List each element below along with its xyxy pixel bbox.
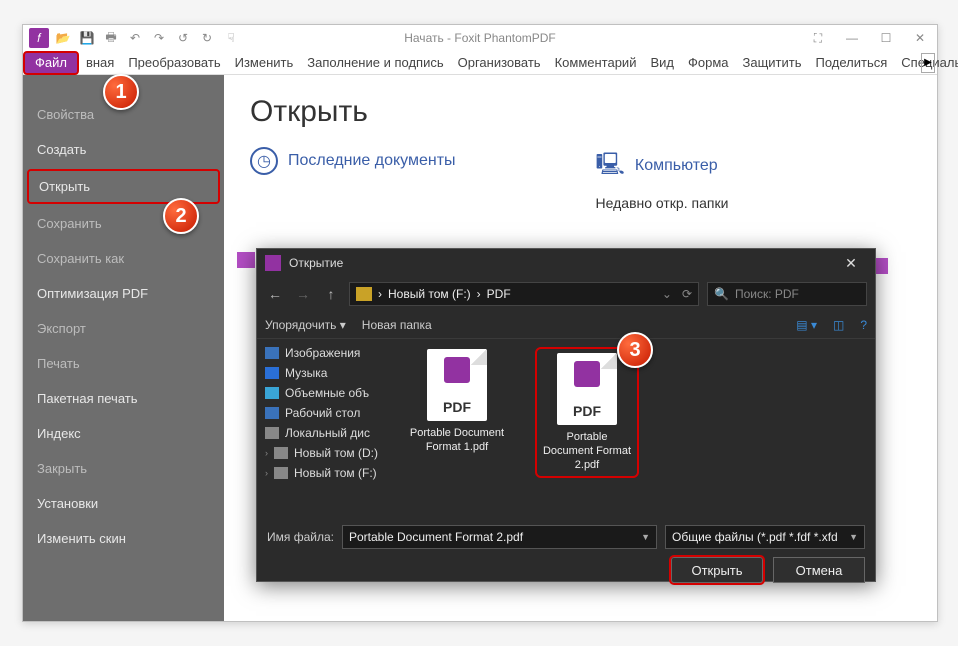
search-icon: 🔍 xyxy=(714,287,729,301)
recent-folders-label: Недавно откр. папки xyxy=(596,195,729,211)
menu-item-share[interactable]: Поделиться xyxy=(809,51,895,75)
callout-badge-1: 1 xyxy=(103,74,139,110)
open-icon[interactable]: 📂 xyxy=(53,28,73,48)
chevron-down-icon[interactable]: ▼ xyxy=(641,532,650,542)
dialog-app-icon xyxy=(265,255,281,271)
menu-item-fillsign[interactable]: Заполнение и подпись xyxy=(300,51,450,75)
nav-up-icon[interactable]: ↑ xyxy=(321,286,341,302)
sidebar-item-skin[interactable]: Изменить скин xyxy=(23,521,224,556)
file-item[interactable]: PDF Portable Document Format 1.pdf xyxy=(407,349,507,455)
window-collapse-icon[interactable]: ⛶ xyxy=(805,28,831,48)
sidebar-item-index[interactable]: Индекс xyxy=(23,416,224,451)
callout-badge-3: 3 xyxy=(617,332,653,368)
tree-pictures[interactable]: Изображения xyxy=(263,343,391,363)
file-sidebar: Свойства Создать Открыть Сохранить Сохра… xyxy=(23,75,224,621)
sidebar-item-batchprint[interactable]: Пакетная печать xyxy=(23,381,224,416)
menu-item-edit[interactable]: Изменить xyxy=(228,51,301,75)
breadcrumb[interactable]: › Новый том (F:) › PDF ⌄ ⟳ xyxy=(349,282,699,306)
tree-vol-f[interactable]: ›Новый том (F:) xyxy=(263,463,391,483)
filename-label: Имя файла: xyxy=(267,530,334,544)
pdf-file-icon: PDF xyxy=(427,349,487,421)
recent-folder-stub-icon xyxy=(876,258,888,274)
filename-input[interactable]: Portable Document Format 2.pdf▼ xyxy=(342,525,657,549)
sidebar-item-export[interactable]: Экспорт xyxy=(23,311,224,346)
bc-sep-icon: › xyxy=(378,287,382,301)
chevron-down-icon[interactable]: ▼ xyxy=(849,532,858,542)
titlebar: 𝑓 📂 💾 🖶 ↶ ↷ ↺ ↻ ☟ Начать - Foxit Phantom… xyxy=(23,25,937,51)
undo-icon[interactable]: ↶ xyxy=(125,28,145,48)
dialog-title: Открытие xyxy=(289,256,343,270)
menu-file[interactable]: Файл xyxy=(23,51,79,75)
sidebar-item-close[interactable]: Закрыть xyxy=(23,451,224,486)
pdf-file-icon: PDF xyxy=(557,353,617,425)
breadcrumb-dropdown-icon[interactable]: ⌄ xyxy=(662,287,672,301)
dialog-close-icon[interactable]: ✕ xyxy=(835,251,867,275)
menu-item-form[interactable]: Форма xyxy=(681,51,736,75)
help-icon[interactable]: ? xyxy=(860,318,867,332)
window-min-icon[interactable]: — xyxy=(839,28,865,48)
computer-label[interactable]: Компьютер xyxy=(635,157,718,175)
file-name-label: Portable Document Format 2.pdf xyxy=(541,431,633,472)
sidebar-item-create[interactable]: Создать xyxy=(23,132,224,167)
menu-item-comment[interactable]: Комментарий xyxy=(548,51,644,75)
recent-docs-label[interactable]: Последние документы xyxy=(288,152,456,170)
nav-back-icon[interactable]: ← xyxy=(265,286,285,302)
folder-icon xyxy=(356,287,372,301)
open-file-dialog: Открытие ✕ ← → ↑ › Новый том (F:) › PDF … xyxy=(256,248,876,582)
sidebar-item-preferences[interactable]: Установки xyxy=(23,486,224,521)
tree-3d[interactable]: Объемные объ xyxy=(263,383,391,403)
save-icon[interactable]: 💾 xyxy=(77,28,97,48)
search-placeholder: Поиск: PDF xyxy=(735,287,799,301)
tree-music[interactable]: Музыка xyxy=(263,363,391,383)
organize-button[interactable]: Упорядочить ▾ xyxy=(265,318,346,332)
menu-item-home[interactable]: вная xyxy=(79,51,121,75)
breadcrumb-vol[interactable]: Новый том (F:) xyxy=(388,287,471,301)
menu-item-view[interactable]: Вид xyxy=(643,51,681,75)
menubar: Файл вная Преобразовать Изменить Заполне… xyxy=(23,51,937,75)
sidebar-item-saveas[interactable]: Сохранить как xyxy=(23,241,224,276)
file-item-selected[interactable]: PDF Portable Document Format 2.pdf xyxy=(537,349,637,476)
hand-icon[interactable]: ☟ xyxy=(221,28,241,48)
undo2-icon[interactable]: ↺ xyxy=(173,28,193,48)
menu-overflow-icon[interactable]: ▶ xyxy=(921,53,935,73)
app-logo-icon: 𝑓 xyxy=(29,28,49,48)
redo2-icon[interactable]: ↻ xyxy=(197,28,217,48)
page-title: Открыть xyxy=(250,95,911,129)
callout-badge-2: 2 xyxy=(163,198,199,234)
nav-tree: Изображения Музыка Объемные объ Рабочий … xyxy=(257,339,397,517)
recent-doc-stub-icon xyxy=(237,252,255,268)
menu-item-protect[interactable]: Защитить xyxy=(736,51,809,75)
file-name-label: Portable Document Format 1.pdf xyxy=(407,427,507,455)
menu-item-convert[interactable]: Преобразовать xyxy=(121,51,227,75)
search-input[interactable]: 🔍 Поиск: PDF xyxy=(707,282,867,306)
filetype-select[interactable]: Общие файлы (*.pdf *.fdf *.xfd▼ xyxy=(665,525,865,549)
preview-pane-icon[interactable]: ◫ xyxy=(833,318,844,332)
window-max-icon[interactable]: ☐ xyxy=(873,28,899,48)
bc-sep-icon: › xyxy=(477,287,481,301)
view-mode-icon[interactable]: ▤ ▾ xyxy=(796,318,817,332)
tree-desktop[interactable]: Рабочий стол xyxy=(263,403,391,423)
sidebar-item-optimize[interactable]: Оптимизация PDF xyxy=(23,276,224,311)
redo-icon[interactable]: ↷ xyxy=(149,28,169,48)
cancel-button[interactable]: Отмена xyxy=(773,557,865,583)
breadcrumb-refresh-icon[interactable]: ⟳ xyxy=(682,287,692,301)
nav-fwd-icon[interactable]: → xyxy=(293,286,313,302)
tree-vol-d[interactable]: ›Новый том (D:) xyxy=(263,443,391,463)
sidebar-item-open[interactable]: Открыть xyxy=(27,169,220,204)
open-button[interactable]: Открыть xyxy=(671,557,763,583)
print-icon[interactable]: 🖶 xyxy=(101,28,121,48)
tree-local[interactable]: Локальный дис xyxy=(263,423,391,443)
sidebar-item-print[interactable]: Печать xyxy=(23,346,224,381)
window-close-icon[interactable]: ✕ xyxy=(907,28,933,48)
window-title: Начать - Foxit PhantomPDF xyxy=(404,31,556,45)
newfolder-button[interactable]: Новая папка xyxy=(362,318,432,332)
menu-item-organize[interactable]: Организовать xyxy=(451,51,548,75)
breadcrumb-folder[interactable]: PDF xyxy=(487,287,511,301)
computer-icon: 🖳 xyxy=(596,147,625,185)
clock-icon: ◷ xyxy=(250,147,278,175)
